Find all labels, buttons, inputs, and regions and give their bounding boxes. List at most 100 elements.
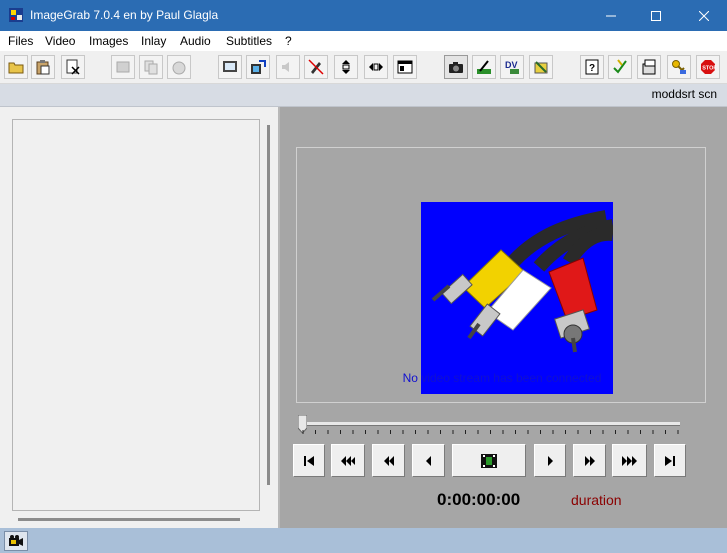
window-title: ImageGrab 7.0.4 en by Paul Glagla xyxy=(30,8,219,22)
adjust-icon xyxy=(534,61,548,74)
rca-cables-image xyxy=(421,202,613,394)
forward-icon xyxy=(584,455,595,466)
export-button[interactable] xyxy=(246,55,270,79)
skip-start-icon xyxy=(304,455,314,466)
no-edit-icon xyxy=(308,59,324,75)
close-file-icon xyxy=(66,59,80,75)
duration-label: duration xyxy=(571,492,622,508)
seek-slider-track[interactable] xyxy=(302,422,680,426)
timecode: 0:00:00:00 xyxy=(437,490,521,509)
status-text: moddsrt scn xyxy=(651,87,717,101)
no-edit-button[interactable] xyxy=(304,55,328,79)
volume-button[interactable] xyxy=(276,55,300,79)
step-back-button[interactable] xyxy=(412,444,445,477)
step-back-icon xyxy=(425,455,431,466)
skip-end-icon xyxy=(665,455,675,466)
menu-audio[interactable]: Audio xyxy=(180,34,211,48)
copy-button[interactable] xyxy=(139,55,163,79)
menu-images[interactable]: Images xyxy=(89,34,128,48)
close-button[interactable] xyxy=(681,0,727,31)
capture-mode-button[interactable] xyxy=(4,531,28,551)
svg-text:?: ? xyxy=(589,63,595,74)
help-icon: ? xyxy=(585,59,599,75)
stop-button[interactable]: STOP xyxy=(696,55,720,79)
crop-button[interactable] xyxy=(472,55,496,79)
svg-text:DV: DV xyxy=(505,60,518,70)
maximize-icon xyxy=(651,10,661,21)
video-panel: No video stream has been connected 0:00:… xyxy=(280,107,727,528)
close-icon xyxy=(699,10,709,21)
fast-forward-button[interactable] xyxy=(612,444,647,477)
go-start-button[interactable] xyxy=(293,444,325,477)
close-file-button[interactable] xyxy=(61,55,85,79)
play-button[interactable] xyxy=(452,444,526,477)
fast-rewind-icon xyxy=(341,455,355,466)
menu-video[interactable]: Video xyxy=(45,34,75,48)
help-button[interactable]: ? xyxy=(580,55,604,79)
step-forward-icon xyxy=(548,455,553,466)
keys-icon xyxy=(672,60,686,74)
vertical-scrollbar[interactable] xyxy=(267,125,270,485)
window-button[interactable] xyxy=(393,55,417,79)
no-video-message: No video stream has been connected xyxy=(402,371,602,385)
forward-button[interactable] xyxy=(573,444,606,477)
settings-button[interactable] xyxy=(637,55,661,79)
rca-cables-illustration xyxy=(431,210,613,353)
image-list[interactable] xyxy=(12,119,260,511)
stop-icon: STOP xyxy=(701,60,716,74)
minimize-icon xyxy=(606,15,616,16)
app-icon[interactable] xyxy=(8,7,24,23)
menu-help[interactable]: ? xyxy=(285,34,292,48)
svg-text:STOP: STOP xyxy=(702,66,716,72)
menu-inlay[interactable]: Inlay xyxy=(141,34,166,48)
crop-icon xyxy=(477,60,491,74)
screen-button[interactable] xyxy=(218,55,242,79)
keys-button[interactable] xyxy=(667,55,691,79)
settings-icon xyxy=(642,59,656,75)
window-icon xyxy=(397,60,413,74)
menu-subtitles[interactable]: Subtitles xyxy=(226,34,272,48)
dv-icon: DV xyxy=(505,60,519,74)
rewind-icon xyxy=(383,455,394,466)
fit-horizontal-button[interactable] xyxy=(364,55,388,79)
export-icon xyxy=(251,60,266,74)
go-end-button[interactable] xyxy=(654,444,686,477)
open-folder-icon xyxy=(8,62,24,74)
menu-files[interactable]: Files xyxy=(8,34,33,48)
capture-button[interactable] xyxy=(111,55,135,79)
title-bar[interactable]: ImageGrab 7.0.4 en by Paul Glagla xyxy=(0,0,727,31)
toolbar: DV ? STOP xyxy=(0,51,727,84)
fit-vertical-button[interactable] xyxy=(334,55,358,79)
step-forward-button[interactable] xyxy=(534,444,566,477)
video-frame: No video stream has been connected xyxy=(296,147,706,403)
volume-disabled-icon xyxy=(282,62,289,72)
check-button[interactable] xyxy=(608,55,632,79)
dv-button[interactable]: DV xyxy=(500,55,524,79)
fast-rewind-button[interactable] xyxy=(331,444,365,477)
fast-forward-icon xyxy=(622,455,637,466)
paste-icon xyxy=(36,60,50,75)
horizontal-scrollbar[interactable] xyxy=(18,518,240,521)
copy-disabled-icon xyxy=(144,60,158,75)
check-icon xyxy=(613,59,627,74)
adjust-button[interactable] xyxy=(529,55,553,79)
screen-icon xyxy=(223,61,237,72)
fit-vertical-icon xyxy=(342,60,350,74)
timer-button[interactable] xyxy=(167,55,191,79)
camera-button[interactable] xyxy=(444,55,468,79)
bottom-status-bar xyxy=(0,528,727,553)
timer-disabled-icon xyxy=(172,61,186,75)
menu-bar: Files Video Images Inlay Audio Subtitles… xyxy=(0,31,727,51)
paste-button[interactable] xyxy=(31,55,55,79)
status-strip: moddsrt scn xyxy=(0,84,727,107)
left-panel xyxy=(0,107,278,528)
camera-icon xyxy=(449,62,463,73)
maximize-button[interactable] xyxy=(633,0,679,31)
open-button[interactable] xyxy=(4,55,28,79)
seek-ticks xyxy=(302,430,679,434)
minimize-button[interactable] xyxy=(588,0,634,31)
film-play-icon xyxy=(481,453,497,468)
capture-disabled-icon xyxy=(116,61,130,73)
fit-horizontal-icon xyxy=(369,63,383,71)
rewind-button[interactable] xyxy=(372,444,405,477)
